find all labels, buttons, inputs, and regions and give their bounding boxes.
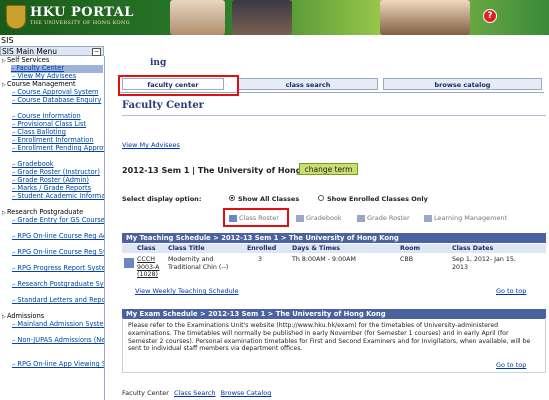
banner-photo [170, 0, 225, 35]
display-option-label: Select display option: [122, 195, 202, 203]
enrolled-cell: 3 [258, 256, 263, 263]
class-title-cell: Modernity and Traditional Chin (--) [168, 256, 229, 271]
learning-management-action[interactable]: Learning Management [424, 214, 507, 222]
tab-class-search[interactable]: class search [238, 78, 378, 90]
view-my-advisees-link[interactable]: View My Advisees [122, 141, 180, 149]
highlight-box-class-roster [223, 208, 289, 227]
show-all-classes-label: Show All Classes [238, 195, 300, 203]
collapse-menu-icon[interactable]: − [92, 48, 101, 56]
change-term-button[interactable]: change term [299, 163, 358, 175]
page-title: Faculty Center [122, 100, 204, 111]
col-class-title: Class Title [168, 245, 205, 252]
exam-notice-text: Please refer to the Examinations Unit's … [128, 322, 531, 353]
view-weekly-schedule-link[interactable]: View Weekly Teaching Schedule [135, 287, 239, 295]
highlight-box-faculty-center [118, 75, 239, 96]
learning-management-icon [424, 214, 432, 222]
footer-nav: Faculty Center Class Search Browse Catal… [122, 389, 271, 397]
grade-roster-action[interactable]: Grade Roster [357, 214, 410, 222]
days-times-cell: Th 8:00AM - 9:00AM [292, 256, 356, 263]
hku-crest-icon [6, 5, 26, 29]
gradebook-icon [296, 214, 304, 222]
col-class: Class [137, 245, 156, 252]
sidebar-item-rpg-course-reg-system[interactable]: – RPG On-line Course Reg System [12, 248, 104, 257]
sidebar-menu: ▷Self Services – Faculty Center – View M… [0, 56, 105, 400]
help-icon[interactable]: ? [483, 9, 497, 23]
portal-banner: HKU PORTAL THE UNIVERSITY OF HONG KONG ? [0, 0, 549, 35]
sidebar-item-enrollment-pending[interactable]: – Enrollment Pending Approval [12, 144, 104, 153]
sidebar-item-rpg-progress-report[interactable]: – RPG Progress Report System [12, 264, 104, 273]
class-roster-row-icon[interactable] [124, 258, 134, 268]
banner-photo [232, 0, 292, 35]
sidebar-item-rpg-online-app[interactable]: – RPG On-line App Viewing System [12, 360, 104, 369]
show-all-classes-radio[interactable] [229, 195, 235, 201]
gradebook-action[interactable]: Gradebook [296, 214, 342, 222]
sidebar-item-student-academic-info[interactable]: – Student Academic Information [12, 192, 104, 201]
term-label: 2012-13 Sem 1 | The University of Hong K… [122, 166, 328, 175]
teaching-schedule-header: My Teaching Schedule > 2012-13 Sem 1 > T… [122, 233, 546, 243]
col-class-dates: Class Dates [452, 245, 494, 252]
go-to-top-link-exam[interactable]: Go to top [496, 361, 526, 369]
show-enrolled-only-label: Show Enrolled Classes Only [327, 195, 428, 203]
title-divider [122, 115, 546, 116]
tab-browse-catalog[interactable]: browse catalog [383, 78, 542, 90]
footer-label: Faculty Center [122, 389, 169, 397]
sis-main-menu-header: SIS Main Menu − [0, 46, 104, 56]
page-heading-fragment: ing [150, 58, 167, 68]
sidebar-item-rpg-course-reg-admin[interactable]: – RPG On-line Course Reg Admin [12, 232, 104, 241]
sidebar-item-course-database[interactable]: – Course Database Enquiry [12, 96, 101, 105]
class-dates-cell: Sep 1, 2012- Jan 15, 2013 [452, 256, 516, 271]
menu-header-label: SIS Main Menu [2, 47, 57, 56]
portal-title: HKU PORTAL [30, 5, 134, 20]
footer-class-search-link[interactable]: Class Search [174, 389, 216, 397]
sidebar-item-non-jupas-admissions[interactable]: – Non-JUPAS Admissions (New) [12, 336, 104, 345]
class-code-link[interactable]: CCCH 9003-A (1028) [137, 256, 167, 279]
col-enrolled: Enrolled [247, 245, 277, 252]
footer-browse-catalog-link[interactable]: Browse Catalog [221, 389, 272, 397]
room-cell: CBB [400, 256, 414, 263]
sidebar-item-grade-entry-gs[interactable]: – Grade Entry for GS Courses [12, 216, 104, 225]
col-days-times: Days & Times [292, 245, 341, 252]
portal-subtitle: THE UNIVERSITY OF HONG KONG [30, 20, 130, 26]
sidebar-item-research-postgraduate-system[interactable]: – Research Postgraduate System [12, 280, 104, 289]
banner-photo [380, 0, 470, 35]
show-enrolled-only-radio[interactable] [318, 195, 324, 201]
sidebar-item-mainland-admission[interactable]: – Mainland Admission System [12, 320, 104, 329]
go-to-top-link[interactable]: Go to top [496, 287, 526, 295]
grade-roster-icon [357, 214, 365, 222]
sis-label: SIS [1, 36, 14, 45]
col-room: Room [400, 245, 421, 252]
sidebar-item-standard-letters[interactable]: – Standard Letters and Reports [12, 296, 104, 305]
